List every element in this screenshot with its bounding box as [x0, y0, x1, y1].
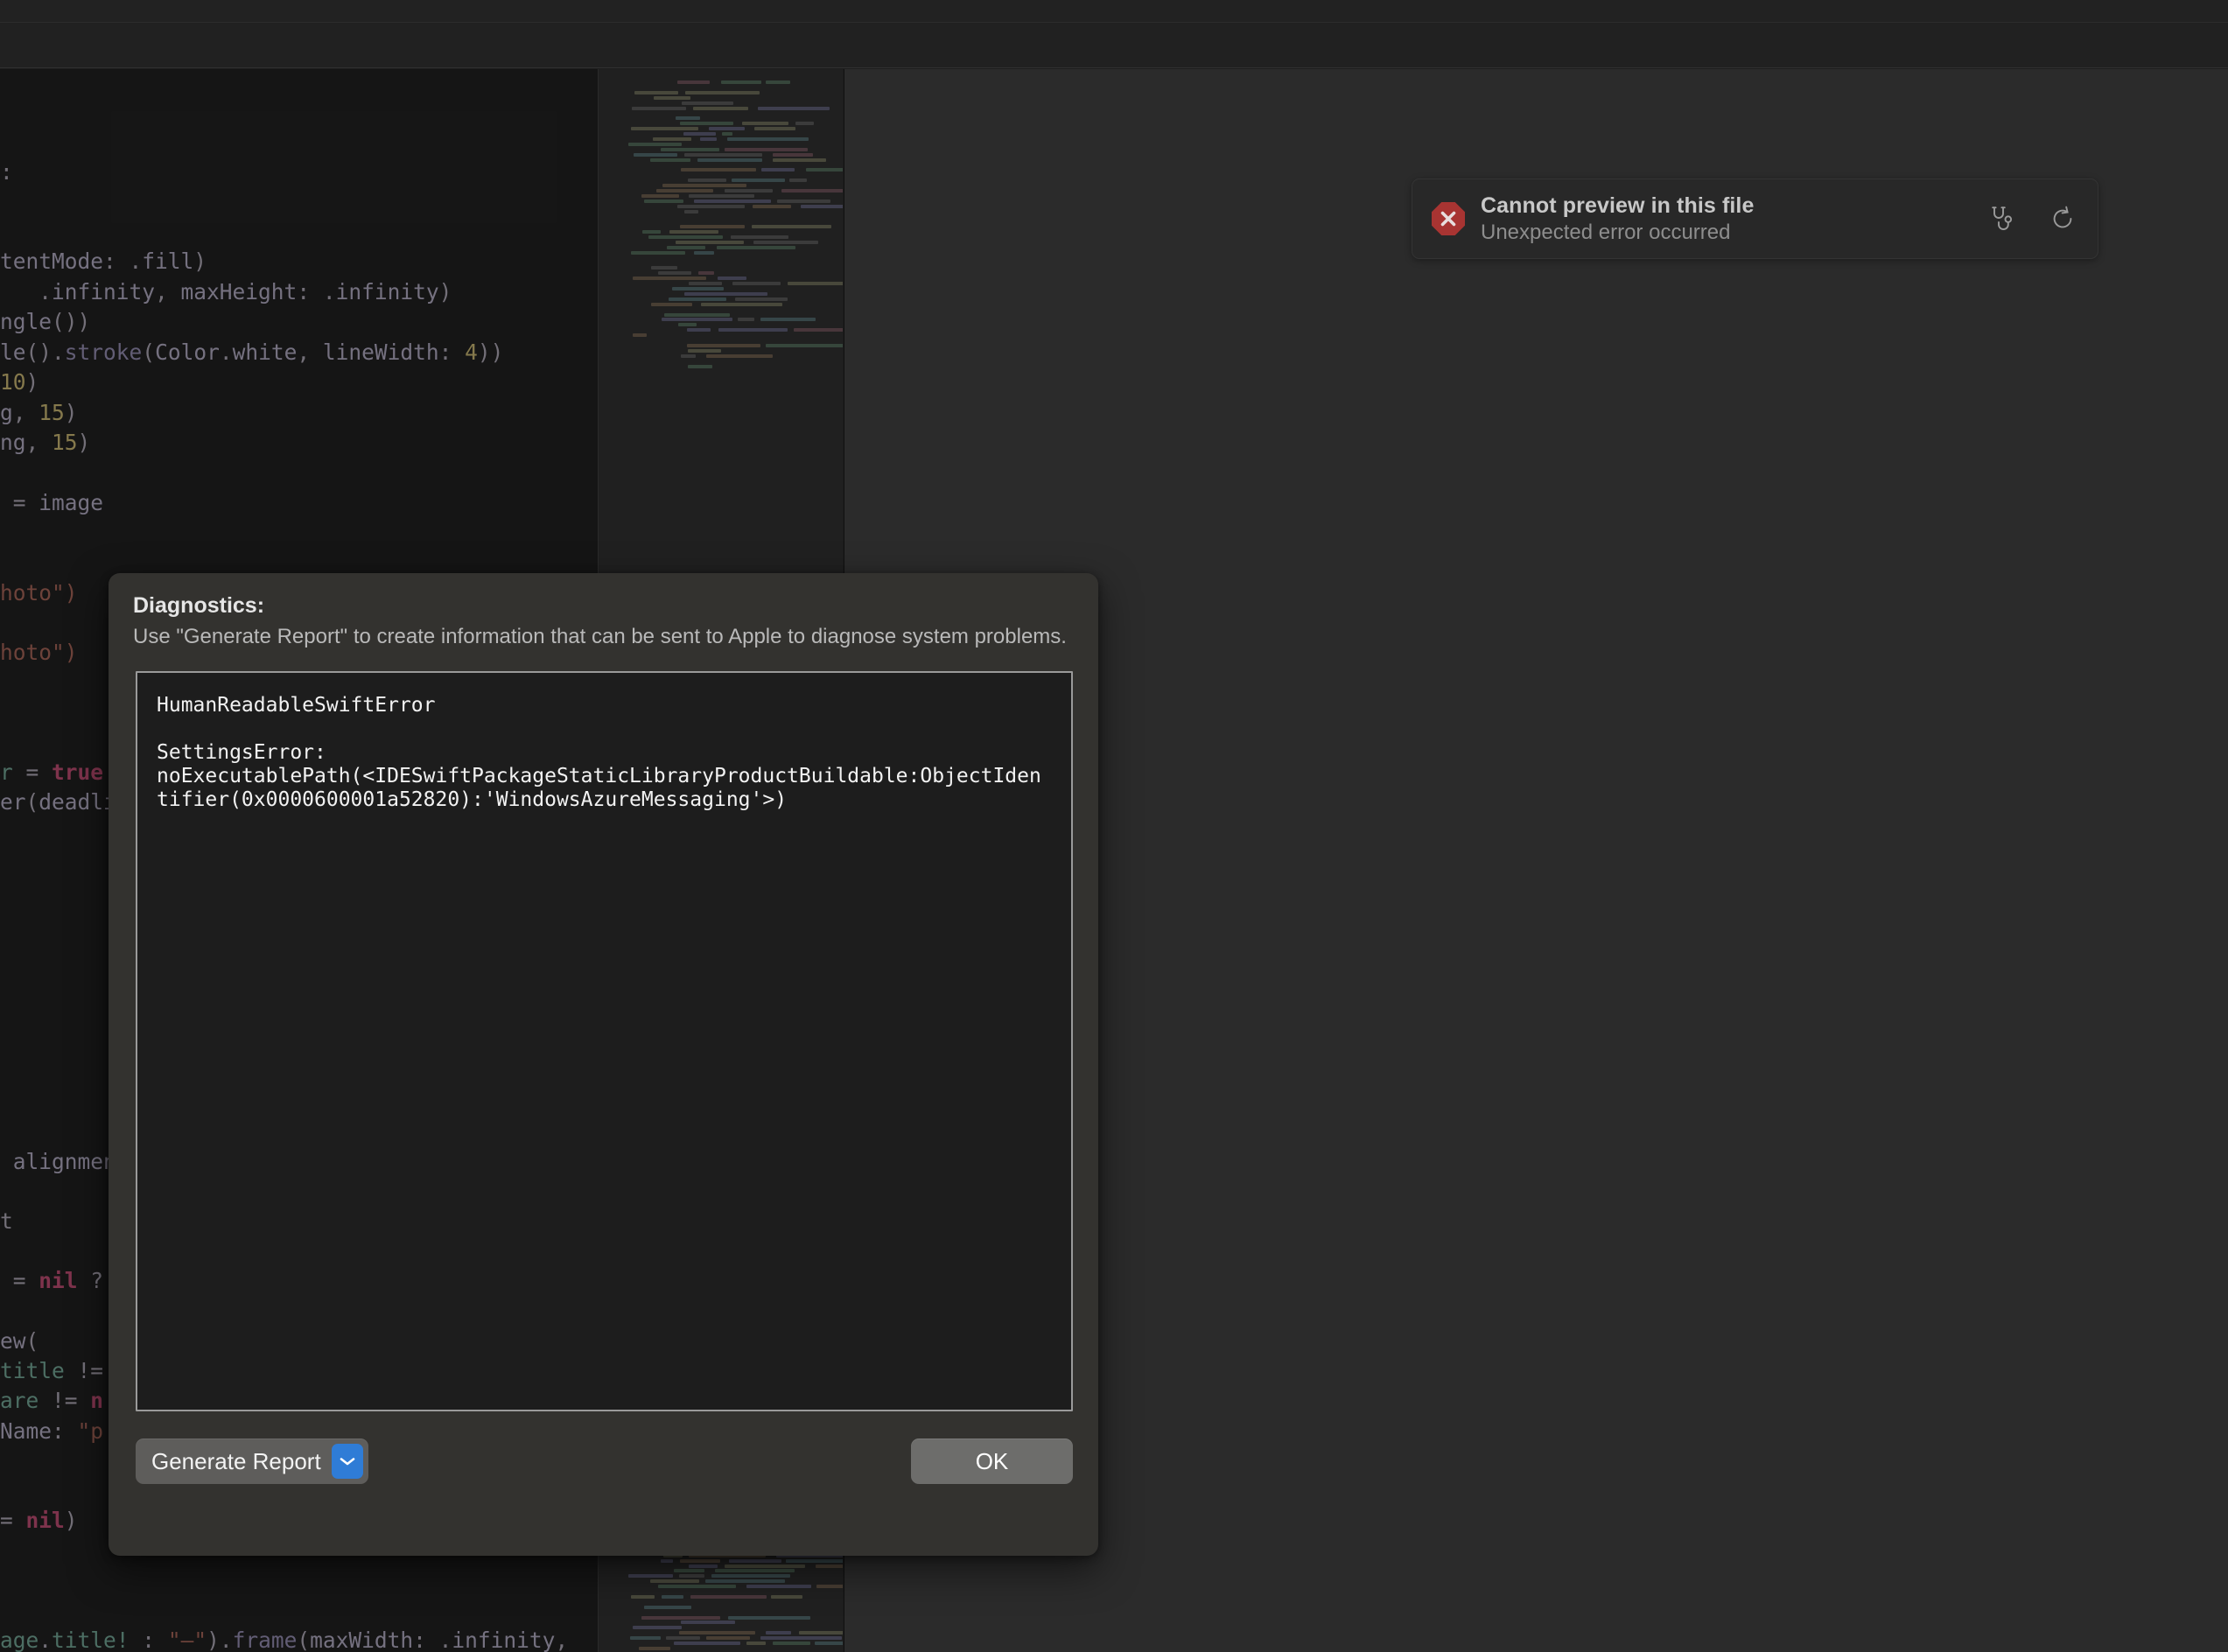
banner-title: Cannot preview in this file [1481, 192, 1755, 218]
xcode-toolbar [0, 23, 2228, 68]
banner-actions [1986, 203, 2078, 234]
code-line: hoto") [0, 640, 78, 665]
code-line: er(deadli [0, 789, 116, 815]
code-line: age.title! : "—").frame(maxWidth: .infin… [0, 1628, 569, 1652]
code-line: hoto") [0, 580, 78, 606]
code-line: ew( [0, 1328, 39, 1354]
dialog-title: Diagnostics: [133, 593, 265, 618]
code-line: = nil) [0, 1508, 78, 1533]
window-titlebar [0, 0, 2228, 23]
code-line: : [0, 159, 26, 185]
dialog-footer: Generate Report OK [136, 1438, 1073, 1485]
code-line: ng, 15) [0, 430, 91, 455]
code-line: t [0, 1208, 13, 1234]
banner-text-group: Cannot preview in this file Unexpected e… [1481, 192, 1972, 246]
error-octagon-x-icon [1430, 200, 1467, 237]
code-line: = nil ? [0, 1268, 104, 1293]
chevron-down-icon[interactable] [331, 1444, 363, 1479]
code-line: title != [0, 1358, 104, 1383]
code-line: r = true [0, 760, 104, 785]
minimap-line [599, 364, 843, 369]
generate-report-label: Generate Report [151, 1448, 321, 1474]
banner-subtitle: Unexpected error occurred [1481, 220, 1731, 244]
code-line: le().stroke(Color.white, lineWidth: 4)) [0, 340, 504, 365]
xcode-window: : tentMode: .fill) .infinity, maxHeight:… [0, 0, 2228, 1652]
diagnostics-log-textarea[interactable]: HumanReadableSwiftError SettingsError: n… [136, 671, 1073, 1411]
code-line: ngle()) [0, 309, 91, 334]
code-line: are != n [0, 1388, 104, 1413]
ok-button[interactable]: OK [911, 1438, 1073, 1484]
code-line: .infinity, maxHeight: .infinity) [0, 279, 452, 304]
code-line: tentMode: .fill) [0, 248, 207, 274]
dialog-description: Use "Generate Report" to create informat… [133, 625, 1067, 648]
preview-error-banner[interactable]: Cannot preview in this file Unexpected e… [1412, 178, 2098, 259]
code-line: 10) [0, 369, 39, 395]
diagnostics-log-text: HumanReadableSwiftError SettingsError: n… [157, 694, 1041, 811]
stethoscope-icon[interactable] [1986, 203, 2017, 234]
generate-report-button[interactable]: Generate Report [136, 1438, 368, 1484]
code-line: = image [0, 490, 104, 515]
refresh-icon[interactable] [2047, 203, 2078, 234]
code-line: Name: "p [0, 1418, 104, 1444]
code-line: alignmen [12, 1149, 116, 1174]
code-line: g, 15) [0, 400, 78, 425]
